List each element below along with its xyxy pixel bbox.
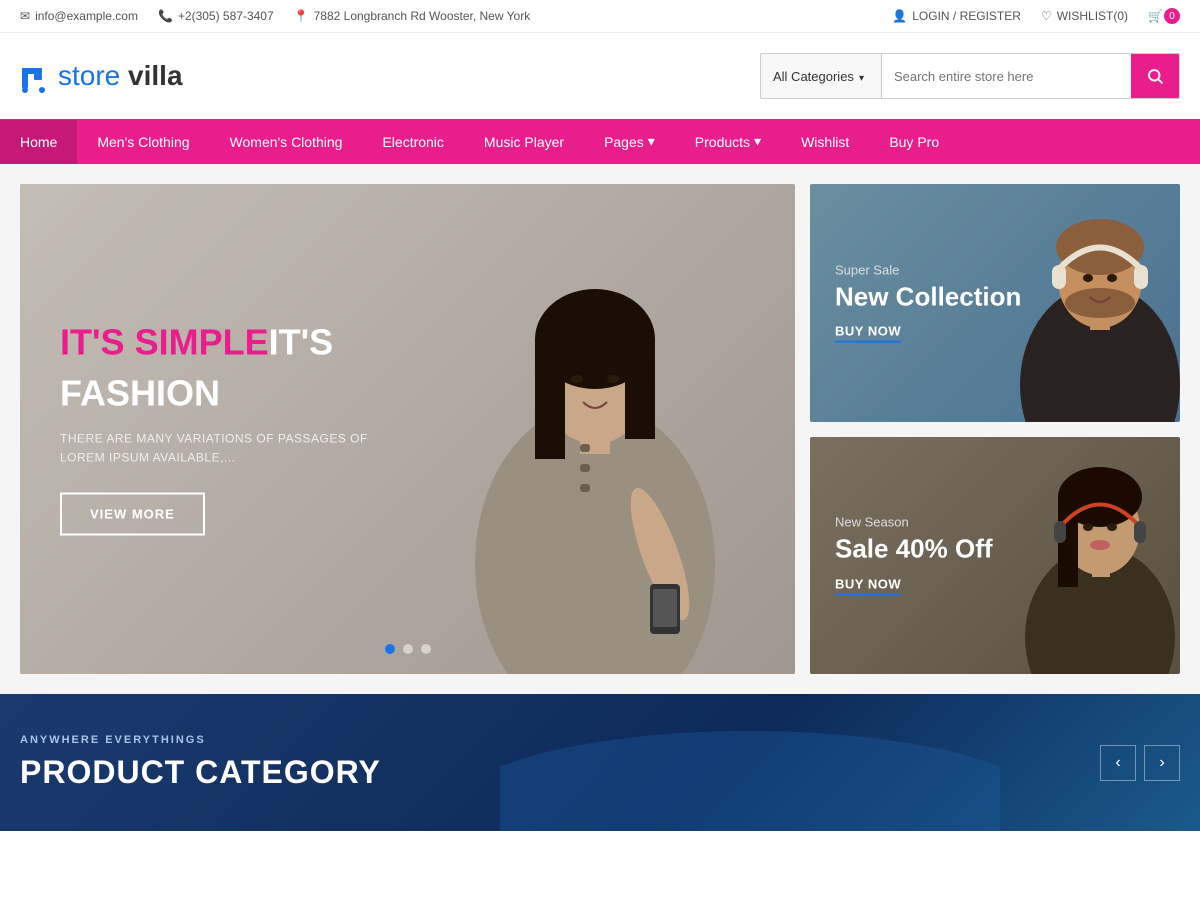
product-category-title: PRODUCT CATEGORY xyxy=(20,754,381,791)
wishlist-link[interactable]: WISHLIST(0) xyxy=(1041,9,1128,23)
envelope-icon xyxy=(20,9,30,23)
search-icon xyxy=(1146,67,1164,85)
category-prev-button[interactable]: ‹ xyxy=(1100,745,1136,781)
hero-view-more-button[interactable]: VIEW MORE xyxy=(60,492,205,535)
nav-label-mens: Men's Clothing xyxy=(97,134,189,150)
banner1-text: Super Sale New Collection BUY NOW xyxy=(835,262,1021,343)
nav-item-products[interactable]: Products ▾ xyxy=(675,119,781,164)
nav-label-products: Products xyxy=(695,134,750,150)
nav-label-music: Music Player xyxy=(484,134,564,150)
wishlist-label: WISHLIST(0) xyxy=(1057,9,1128,23)
pages-chevron-icon: ▾ xyxy=(648,133,655,150)
hero-text: IT'S SIMPLEIT'S FASHION THERE ARE MANY V… xyxy=(60,323,380,536)
nav-label-electronic: Electronic xyxy=(382,134,443,150)
chevron-down-icon xyxy=(859,69,864,84)
slider-dot-2[interactable] xyxy=(403,644,413,654)
banner2-label: New Season xyxy=(835,515,993,530)
nav-item-music-player[interactable]: Music Player xyxy=(464,120,584,164)
banner1-buy-now-button[interactable]: BUY NOW xyxy=(835,324,901,343)
address-info: 7882 Longbranch Rd Wooster, New York xyxy=(294,9,531,23)
wave-decoration xyxy=(500,694,1000,831)
product-category-bar: ANYWHERE EVERYTHINGS PRODUCT CATEGORY ‹ … xyxy=(0,694,1200,831)
category-nav-buttons: ‹ › xyxy=(1100,745,1180,781)
cart-link[interactable]: 0 xyxy=(1148,8,1180,24)
hero-title-fashion: FASHION xyxy=(60,372,380,414)
location-icon xyxy=(294,9,309,23)
banner2-title: Sale 40% Off xyxy=(835,535,993,564)
cart-icon xyxy=(1148,9,1163,23)
main-content: IT'S SIMPLEIT'S FASHION THERE ARE MANY V… xyxy=(0,164,1200,694)
nav-item-home[interactable]: Home xyxy=(0,120,77,164)
next-icon: › xyxy=(1159,754,1164,772)
user-icon xyxy=(892,9,907,23)
hero-image xyxy=(395,184,795,674)
banner1-title: New Collection xyxy=(835,282,1021,311)
phone-icon xyxy=(158,9,173,23)
email-text: info@example.com xyxy=(35,9,138,23)
search-category-dropdown[interactable]: All Categories xyxy=(761,54,882,98)
logo[interactable]: store villa xyxy=(20,58,183,94)
banner2-buy-now-button[interactable]: BUY NOW xyxy=(835,577,901,596)
product-category-info: ANYWHERE EVERYTHINGS PRODUCT CATEGORY xyxy=(20,734,381,791)
nav-item-wishlist[interactable]: Wishlist xyxy=(781,120,869,164)
top-bar: info@example.com +2(305) 587-3407 7882 L… xyxy=(0,0,1200,33)
email-info: info@example.com xyxy=(20,9,138,23)
heart-icon xyxy=(1041,9,1052,23)
nav-label-buypro: Buy Pro xyxy=(889,134,939,150)
products-chevron-icon: ▾ xyxy=(754,133,761,150)
banner2-woman-image xyxy=(980,437,1180,674)
phone-info: +2(305) 587-3407 xyxy=(158,9,274,23)
product-category-section: ANYWHERE EVERYTHINGS PRODUCT CATEGORY ‹ … xyxy=(0,694,1200,831)
login-register-link[interactable]: LOGIN / REGISTER xyxy=(892,9,1021,23)
nav-item-pages[interactable]: Pages ▾ xyxy=(584,119,675,164)
nav-label-wishlist: Wishlist xyxy=(801,134,849,150)
nav-item-mens-clothing[interactable]: Men's Clothing xyxy=(77,120,209,164)
side-banners: Super Sale New Collection BUY NOW xyxy=(810,184,1180,674)
logo-icon xyxy=(20,58,56,94)
cart-badge: 0 xyxy=(1164,8,1180,24)
hero-slider: IT'S SIMPLEIT'S FASHION THERE ARE MANY V… xyxy=(20,184,795,674)
nav-label-home: Home xyxy=(20,134,57,150)
slider-dots xyxy=(385,644,431,654)
banner2-text: New Season Sale 40% Off BUY NOW xyxy=(835,515,993,596)
hero-title: IT'S SIMPLEIT'S xyxy=(60,323,380,363)
banner-sale: New Season Sale 40% Off BUY NOW xyxy=(810,437,1180,675)
slider-dot-3[interactable] xyxy=(421,644,431,654)
nav-item-buy-pro[interactable]: Buy Pro xyxy=(869,120,959,164)
search-input[interactable] xyxy=(882,54,1131,98)
nav-item-womens-clothing[interactable]: Women's Clothing xyxy=(210,120,363,164)
header: store villa All Categories xyxy=(0,33,1200,119)
nav-item-electronic[interactable]: Electronic xyxy=(362,120,463,164)
phone-text: +2(305) 587-3407 xyxy=(178,9,274,23)
category-label: All Categories xyxy=(773,69,854,84)
top-bar-contact: info@example.com +2(305) 587-3407 7882 L… xyxy=(20,9,530,23)
search-bar: All Categories xyxy=(760,53,1180,99)
address-text: 7882 Longbranch Rd Wooster, New York xyxy=(314,9,531,23)
search-button[interactable] xyxy=(1131,54,1179,98)
logo-villa-text: villa xyxy=(128,60,182,92)
main-nav: Home Men's Clothing Women's Clothing Ele… xyxy=(0,119,1200,164)
banner-new-collection: Super Sale New Collection BUY NOW xyxy=(810,184,1180,422)
prev-icon: ‹ xyxy=(1115,754,1120,772)
login-label: LOGIN / REGISTER xyxy=(912,9,1021,23)
nav-label-womens: Women's Clothing xyxy=(230,134,343,150)
nav-label-pages: Pages xyxy=(604,134,644,150)
banner1-label: Super Sale xyxy=(835,262,1021,277)
hero-subtitle: THERE ARE MANY VARIATIONS OF PASSAGES OF… xyxy=(60,429,380,467)
logo-store-text: store xyxy=(58,60,120,92)
top-bar-actions: LOGIN / REGISTER WISHLIST(0) 0 xyxy=(892,8,1180,24)
hero-woman-svg xyxy=(395,184,795,674)
category-next-button[interactable]: › xyxy=(1144,745,1180,781)
product-category-tag: ANYWHERE EVERYTHINGS xyxy=(20,734,381,746)
slider-dot-1[interactable] xyxy=(385,644,395,654)
